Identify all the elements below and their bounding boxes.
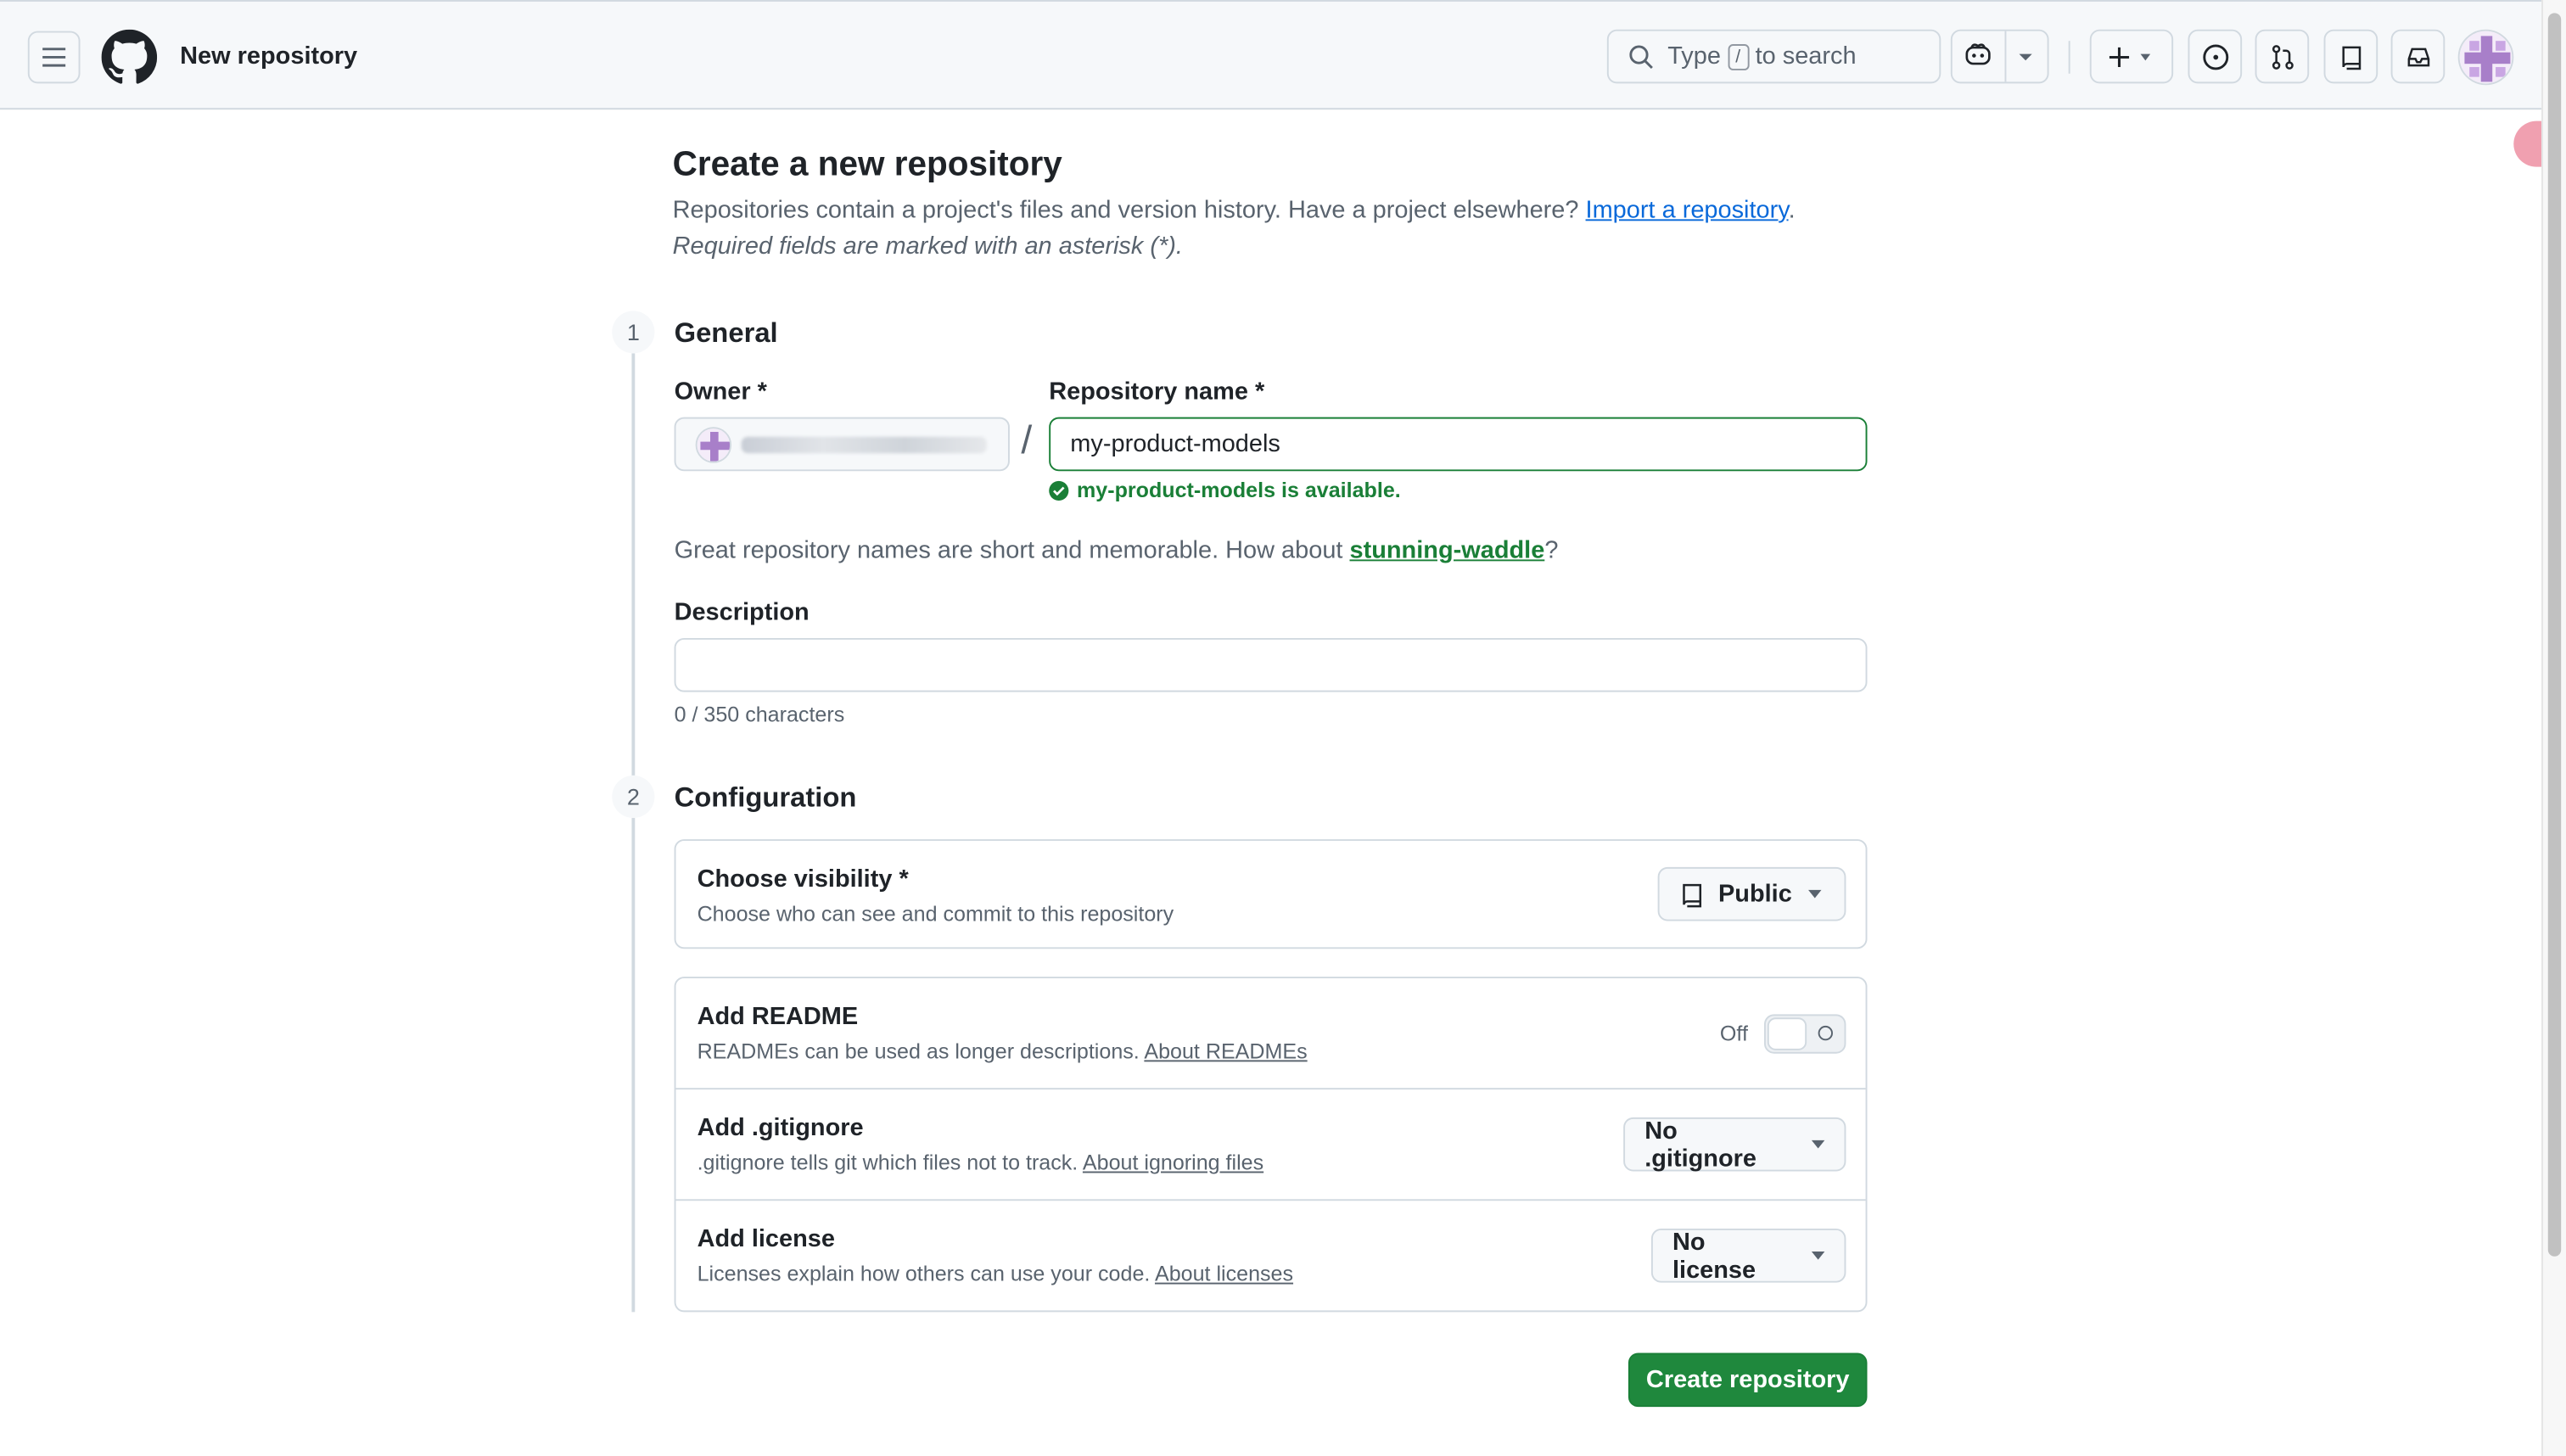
- availability-message: my-product-models is available.: [1049, 478, 1401, 502]
- license-value: No license: [1672, 1228, 1756, 1284]
- gitignore-row: Add .gitignore .gitignore tells git whic…: [675, 1089, 1865, 1201]
- owner-select[interactable]: [674, 417, 1010, 472]
- page-title: Create a new repository: [672, 145, 1062, 183]
- check-circle-icon: [1049, 479, 1069, 501]
- scrollbar-thumb[interactable]: [2547, 13, 2562, 1257]
- inbox-icon: [2406, 47, 2429, 66]
- chevron-down-icon: [1808, 889, 1822, 899]
- suggestion-text: Great repository names are short and mem…: [674, 536, 1343, 565]
- chevron-down-icon: [1811, 1140, 1825, 1149]
- description-label: Description: [674, 598, 810, 627]
- pull-requests-button[interactable]: [2255, 29, 2310, 84]
- readme-description-text: READMEs can be used as longer descriptio…: [697, 1039, 1140, 1064]
- readme-row: Add README READMEs can be used as longer…: [675, 978, 1865, 1089]
- owner-label: Owner *: [674, 378, 767, 406]
- visibility-title: Choose visibility *: [697, 865, 909, 893]
- repo-icon: [1683, 882, 1702, 907]
- plus-icon: [2108, 46, 2129, 67]
- step-line-configuration: [631, 818, 636, 1313]
- chevron-down-icon: [1811, 1251, 1825, 1260]
- readme-toggle-state: Off: [1719, 1021, 1748, 1046]
- description-input[interactable]: [674, 637, 1868, 692]
- page-scrollbar[interactable]: [2541, 0, 2566, 1456]
- gitignore-select[interactable]: No .gitignore: [1623, 1117, 1846, 1172]
- copilot-separator: [2004, 31, 2007, 82]
- owner-avatar: [695, 426, 732, 462]
- gitignore-description-text: .gitignore tells git which files not to …: [697, 1150, 1079, 1175]
- header-title[interactable]: New repository: [180, 42, 357, 70]
- copilot-button[interactable]: [1950, 29, 2049, 84]
- about-ignoring-files-link[interactable]: About ignoring files: [1083, 1150, 1263, 1174]
- user-avatar[interactable]: [2457, 29, 2514, 86]
- gitignore-title: Add .gitignore: [697, 1114, 864, 1142]
- owner-name-redacted: [741, 435, 987, 453]
- repositories-button[interactable]: [2323, 29, 2378, 84]
- gitignore-value: No .gitignore: [1644, 1116, 1756, 1173]
- issue-icon: [2202, 43, 2228, 70]
- search-icon: [1629, 44, 1653, 69]
- toggle-knob: [1767, 1017, 1807, 1050]
- search-text-after: to search: [1755, 42, 1857, 70]
- owner-repo-separator: /: [1021, 418, 1033, 463]
- readme-toggle[interactable]: [1763, 1014, 1846, 1054]
- copilot-icon: [1965, 43, 1991, 65]
- visibility-value: Public: [1717, 880, 1792, 909]
- step-line-general: [631, 353, 636, 776]
- import-repository-link[interactable]: Import a repository: [1586, 196, 1789, 224]
- suggestion-end: ?: [1544, 536, 1559, 565]
- step-number-configuration: 2: [612, 775, 655, 819]
- intro-description: Repositories contain a project's files a…: [672, 196, 1579, 225]
- about-licenses-link[interactable]: About licenses: [1155, 1262, 1293, 1286]
- license-title: Add license: [697, 1225, 835, 1253]
- repository-name-label: Repository name *: [1049, 378, 1265, 406]
- suggested-name-link[interactable]: stunning-waddle: [1349, 536, 1544, 564]
- about-readmes-link[interactable]: About READMEs: [1144, 1039, 1307, 1063]
- search-shortcut-key: /: [1727, 43, 1749, 70]
- general-heading: General: [674, 317, 778, 349]
- intro-end: .: [1788, 196, 1796, 225]
- github-logo-icon[interactable]: [101, 29, 158, 86]
- repo-icon: [2341, 45, 2361, 70]
- search-text-before: Type: [1667, 42, 1721, 70]
- search-input[interactable]: Type / to search: [1606, 29, 1941, 84]
- required-fields-note: Required fields are marked with an aster…: [672, 232, 1183, 260]
- license-description: Licenses explain how others can use your…: [698, 1262, 1293, 1286]
- menu-button[interactable]: [27, 31, 81, 84]
- visibility-description: Choose who can see and commit to this re…: [697, 901, 1174, 927]
- chevron-down-icon: [2139, 53, 2150, 60]
- license-row: Add license Licenses explain how others …: [675, 1201, 1865, 1312]
- pull-request-icon: [2271, 44, 2293, 69]
- header-divider: [2068, 41, 2070, 74]
- description-char-count: 0 / 350 characters: [674, 702, 845, 727]
- hamburger-icon: [42, 48, 66, 67]
- availability-text: my-product-models is available.: [1076, 478, 1401, 502]
- license-description-text: Licenses explain how others can use your…: [697, 1261, 1151, 1286]
- issues-button[interactable]: [2188, 29, 2243, 84]
- repository-options-card: Add README READMEs can be used as longer…: [674, 977, 1868, 1313]
- step-number-general: 1: [612, 311, 655, 354]
- readme-title: Add README: [697, 1002, 859, 1031]
- notifications-button[interactable]: [2390, 29, 2446, 84]
- visibility-select[interactable]: Public: [1657, 866, 1846, 921]
- chevron-down-icon[interactable]: [2003, 31, 2047, 82]
- create-new-button[interactable]: [2089, 29, 2174, 84]
- intro-text: Repositories contain a project's files a…: [673, 196, 1796, 224]
- license-select[interactable]: No license: [1650, 1228, 1846, 1284]
- repository-name-input[interactable]: [1049, 417, 1868, 472]
- name-suggestion: Great repository names are short and mem…: [675, 536, 1559, 564]
- configuration-heading: Configuration: [674, 781, 857, 814]
- gitignore-description: .gitignore tells git which files not to …: [698, 1150, 1264, 1174]
- visibility-card: Choose visibility * Choose who can see a…: [674, 839, 1868, 949]
- toggle-off-icon: [1818, 1025, 1833, 1041]
- create-repository-button[interactable]: Create repository: [1628, 1352, 1868, 1408]
- global-header: New repository Type / to search: [0, 0, 2542, 110]
- readme-description: READMEs can be used as longer descriptio…: [698, 1039, 1308, 1063]
